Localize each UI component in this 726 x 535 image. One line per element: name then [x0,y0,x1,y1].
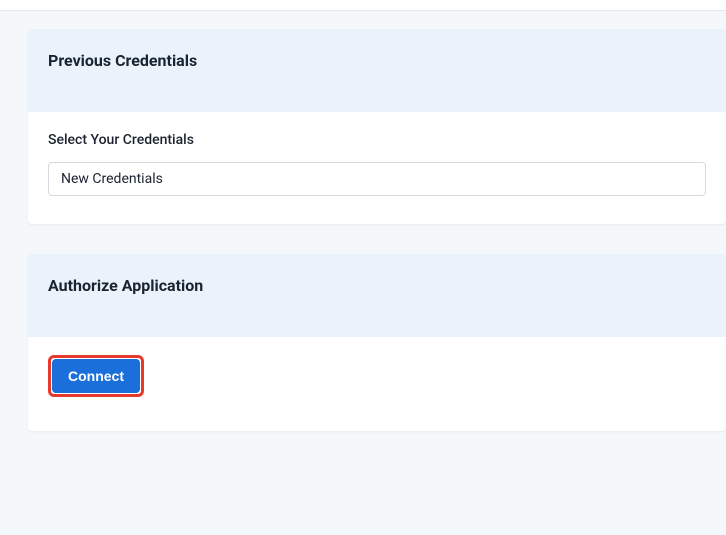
authorize-application-body: Connect [28,337,726,431]
main-container: Previous Credentials Select Your Credent… [0,11,726,431]
previous-credentials-body: Select Your Credentials New Credentials [28,112,726,224]
connect-button-highlight: Connect [48,355,144,397]
credentials-select-wrapper: New Credentials [48,162,706,196]
authorize-application-title: Authorize Application [48,276,706,295]
previous-credentials-title: Previous Credentials [48,51,706,70]
authorize-application-card: Authorize Application Connect [28,254,726,431]
credentials-select[interactable]: New Credentials [48,162,706,196]
select-credentials-label: Select Your Credentials [48,132,706,148]
connect-button[interactable]: Connect [52,359,140,393]
previous-credentials-card: Previous Credentials Select Your Credent… [28,29,726,224]
previous-credentials-header: Previous Credentials [28,29,726,112]
authorize-application-header: Authorize Application [28,254,726,337]
credentials-select-value: New Credentials [61,171,163,187]
top-divider [0,0,726,11]
